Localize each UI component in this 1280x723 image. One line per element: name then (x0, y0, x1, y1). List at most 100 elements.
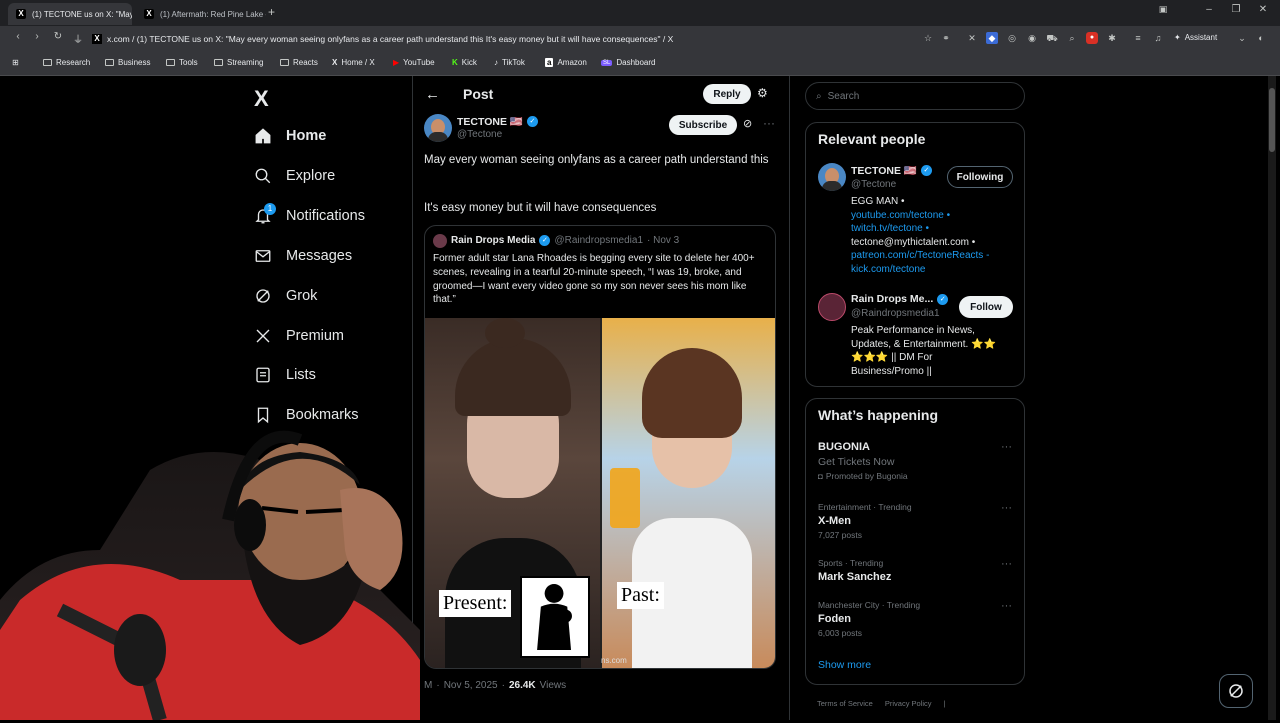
verified-badge-icon: ✓ (920, 165, 932, 176)
extension-x-icon[interactable]: ✕ (966, 32, 978, 44)
verified-badge-icon: ✓ (937, 293, 949, 305)
x-logo[interactable]: X (254, 86, 269, 112)
bookmark-streaming[interactable]: Streaming (214, 58, 263, 67)
bookmark-business[interactable]: Business (105, 58, 150, 67)
reply-button[interactable]: Reply (703, 84, 751, 104)
reload-icon[interactable]: ↻ (50, 31, 66, 42)
back-arrow-icon[interactable]: ← (425, 86, 440, 103)
trend-more-icon[interactable]: ··· (1001, 502, 1012, 514)
bio-link[interactable]: kick.com/tectone (851, 263, 989, 277)
browser-tab-bar: X (1) TECTONE us on X: "May e X (1) Afte… (0, 0, 1280, 26)
quoted-post[interactable]: Rain Drops Media ✓ @Raindropsmedia1 · No… (424, 225, 776, 669)
extension-puzzle-icon[interactable]: ✱ (1106, 32, 1118, 44)
nav-home[interactable]: Home (254, 127, 326, 145)
bookmark-kick[interactable]: K Kick (452, 58, 477, 67)
folder-icon (43, 59, 52, 66)
bookmark-dashboard[interactable]: SL Dashboard (601, 58, 655, 67)
bookmark-amazon[interactable]: a Amazon (545, 58, 587, 67)
maximize-icon[interactable]: ❐ (1223, 4, 1249, 15)
extension-chat-icon[interactable]: ◉ (1026, 32, 1038, 44)
nav-grok[interactable]: Grok (254, 287, 317, 305)
nav-notifications[interactable]: 1 Notifications (254, 203, 365, 225)
bookmark-star-icon[interactable]: ☆ (922, 32, 934, 44)
trend-item[interactable]: Entertainment · Trending X-Men 7,027 pos… (818, 502, 1014, 540)
trend-item[interactable]: Sports · Trending Mark Sanchez (818, 558, 1014, 583)
trend-item[interactable]: BUGONIA Get Tickets Now ◘ Promoted by Bu… (818, 441, 1014, 481)
trend-sub: 6,003 posts (818, 628, 862, 638)
person-name-row[interactable]: Rain Drops Me... ✓ (851, 293, 949, 305)
chevron-down-icon[interactable]: ⌄ (1236, 32, 1248, 44)
avatar[interactable] (818, 293, 846, 321)
author-name-row[interactable]: TECTONE 🇺🇸 ✓ (457, 115, 538, 128)
privacy-link[interactable]: Privacy Policy (885, 699, 932, 708)
person-handle[interactable]: @Tectone (851, 179, 896, 190)
search-input[interactable]: Search (828, 91, 860, 102)
bookmark-tiktok[interactable]: ♪ TikTok (494, 58, 525, 67)
back-icon[interactable]: ‹ (10, 31, 26, 42)
bio-link[interactable]: patreon.com/c/TectoneReacts - (851, 249, 989, 263)
grok-floating-button[interactable] (1219, 674, 1253, 708)
audio-icon[interactable]: ♫ (1152, 32, 1164, 44)
assistant-button[interactable]: ✦ Assistant (1174, 33, 1217, 42)
following-button[interactable]: Following (947, 166, 1013, 188)
avatar[interactable] (424, 114, 452, 142)
nav-explore[interactable]: Explore (254, 167, 335, 185)
menu-icon[interactable]: ◐ (1255, 32, 1267, 44)
bio-link[interactable]: twitch.tv/tectone • (851, 222, 989, 236)
grok-explain-icon[interactable]: ⊘ (743, 117, 752, 130)
browser-tab-active[interactable]: X (1) TECTONE us on X: "May e (8, 3, 132, 25)
author-handle[interactable]: @Tectone (457, 129, 502, 140)
trend-more-icon[interactable]: ··· (1001, 600, 1012, 612)
bookmark-tools[interactable]: Tools (166, 58, 198, 67)
minimize-icon[interactable]: – (1196, 4, 1222, 15)
browser-tab[interactable]: X (1) Aftermath: Red Pine Lake - (136, 3, 266, 25)
person-handle[interactable]: @Raindropsmedia1 (851, 308, 940, 319)
filter-sliders-icon[interactable]: ⚙ (757, 86, 768, 100)
extension-zoom-icon[interactable]: ⌕ (1066, 32, 1078, 44)
nav-messages[interactable]: Messages (254, 247, 352, 265)
more-options-icon[interactable]: ··· (763, 116, 775, 130)
link-icon[interactable]: ⚭ (940, 32, 952, 44)
extension-car-icon[interactable]: ⛟ (1046, 32, 1058, 44)
extension-record-icon[interactable]: ● (1086, 32, 1098, 44)
bookmark-reacts[interactable]: Reacts (280, 58, 318, 67)
profile-icon[interactable]: ▣ (1150, 4, 1176, 15)
quote-image[interactable]: Present: Past: ns.com (425, 318, 775, 668)
close-window-icon[interactable]: ✕ (1250, 4, 1276, 15)
nav-lists[interactable]: Lists (254, 366, 316, 384)
trend-more-icon[interactable]: ··· (1001, 558, 1012, 570)
trend-context: Sports · Trending (818, 558, 884, 568)
quote-text: Former adult star Lana Rhoades is beggin… (433, 253, 755, 306)
bookmark-youtube[interactable]: ▶ YouTube (393, 58, 435, 67)
search-bar[interactable]: ⌕ Search (805, 82, 1025, 110)
terms-link[interactable]: Terms of Service (817, 699, 873, 708)
post-meta: M · Nov 5, 2025 · 26.4K Views (424, 680, 567, 691)
follow-button[interactable]: Follow (959, 296, 1013, 318)
list-icon (254, 366, 272, 384)
reading-list-icon[interactable]: ≡ (1132, 32, 1144, 44)
search-icon (254, 167, 272, 185)
nav-bookmarks[interactable]: Bookmarks (254, 406, 359, 424)
trend-more-icon[interactable]: ··· (1001, 441, 1012, 453)
mail-icon (254, 247, 272, 265)
page-scrollbar[interactable] (1268, 76, 1276, 720)
extension-shield-icon[interactable]: ◆ (986, 32, 998, 44)
bookmark-home-x[interactable]: X Home / X (332, 58, 375, 67)
microphone-icon[interactable]: ⏚ (70, 31, 86, 46)
person-name-row[interactable]: TECTONE 🇺🇸 ✓ (851, 164, 932, 177)
apps-grid-icon[interactable]: ⊞ (12, 58, 19, 67)
extension-globe-icon[interactable]: ◎ (1006, 32, 1018, 44)
scrollbar-thumb[interactable] (1269, 88, 1275, 152)
nav-premium[interactable]: Premium (254, 327, 344, 345)
show-more-link[interactable]: Show more (818, 659, 871, 671)
bookmark-research[interactable]: Research (43, 58, 90, 67)
bio-link[interactable]: youtube.com/tectone • (851, 209, 989, 223)
verified-badge-icon: ✓ (526, 116, 538, 127)
person-bio: Peak Performance in News, Updates, & Ent… (851, 325, 996, 377)
subscribe-button[interactable]: Subscribe (669, 115, 737, 135)
avatar[interactable] (818, 163, 846, 191)
forward-icon[interactable]: › (29, 31, 45, 42)
trend-item[interactable]: Manchester City · Trending Foden 6,003 p… (818, 600, 1014, 638)
address-bar[interactable]: X x.com / (1) TECTONE us on X: "May ever… (92, 30, 952, 48)
new-tab-button[interactable]: + (268, 5, 275, 19)
